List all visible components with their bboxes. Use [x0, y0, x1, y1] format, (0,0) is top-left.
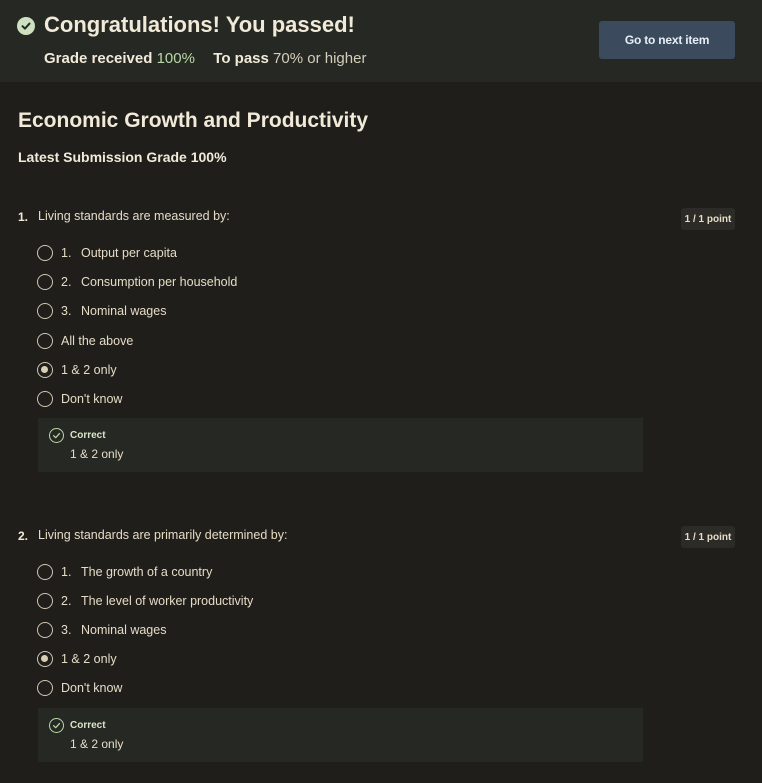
quiz-title: Economic Growth and Productivity [18, 109, 369, 132]
option-number: 1. [61, 565, 72, 579]
radio-button[interactable] [37, 303, 53, 319]
result-banner: Congratulations! You passed! Grade recei… [0, 0, 762, 82]
answer-option[interactable]: 2. Consumption per household [37, 273, 237, 291]
radio-button[interactable] [37, 274, 53, 290]
feedback-answer: 1 & 2 only [70, 737, 124, 751]
grade-received-value: 100% [156, 50, 195, 67]
answer-option[interactable]: 1 & 2 only [37, 650, 117, 668]
answer-option[interactable]: 3. Nominal wages [37, 621, 166, 639]
option-number: 2. [61, 275, 72, 289]
radio-button-selected[interactable] [37, 651, 53, 667]
to-pass-value: 70% or higher [273, 50, 367, 67]
option-number: 3. [61, 623, 72, 637]
option-label: Output per capita [81, 246, 177, 260]
grade-summary: Grade received 100% To pass 70% or highe… [44, 50, 366, 67]
radio-button[interactable] [37, 680, 53, 696]
radio-button-selected[interactable] [37, 362, 53, 378]
points-badge: 1 / 1 point [681, 208, 735, 230]
feedback-panel: Correct 1 & 2 only [38, 708, 643, 762]
go-to-next-item-button[interactable]: Go to next item [599, 21, 735, 59]
feedback-answer: 1 & 2 only [70, 447, 124, 461]
pass-message: Congratulations! You passed! [44, 12, 355, 37]
answer-option[interactable]: 2. The level of worker productivity [37, 592, 253, 610]
answer-option[interactable]: 1. Output per capita [37, 244, 177, 262]
to-pass-label: To pass [213, 50, 269, 67]
feedback-status: Correct [70, 430, 106, 441]
question-text: Living standards are measured by: [38, 209, 230, 223]
radio-button[interactable] [37, 622, 53, 638]
answer-option[interactable]: 1. The growth of a country [37, 563, 212, 581]
option-label: All the above [61, 334, 134, 348]
option-label: Don't know [61, 681, 123, 695]
points-badge: 1 / 1 point [681, 526, 735, 548]
option-label: 1 & 2 only [61, 652, 117, 666]
option-label: The growth of a country [81, 565, 213, 579]
answer-option[interactable]: Don't know [37, 390, 122, 408]
option-label: Nominal wages [81, 623, 167, 637]
option-label: Nominal wages [81, 304, 167, 318]
radio-button[interactable] [37, 391, 53, 407]
radio-button[interactable] [37, 245, 53, 261]
check-circle-icon [17, 17, 35, 35]
radio-button[interactable] [37, 564, 53, 580]
option-label: Consumption per household [81, 275, 238, 289]
answer-option[interactable]: All the above [37, 332, 133, 350]
grade-received-label: Grade received [44, 50, 153, 67]
feedback-status: Correct [70, 720, 106, 731]
option-label: Don't know [61, 392, 123, 406]
radio-button[interactable] [37, 333, 53, 349]
option-number: 3. [61, 304, 72, 318]
question-number: 2. [18, 529, 29, 543]
answer-option[interactable]: 3. Nominal wages [37, 302, 166, 320]
latest-submission-grade: Latest Submission Grade 100% [18, 149, 227, 165]
answer-option[interactable]: Don't know [37, 679, 122, 697]
option-number: 1. [61, 246, 72, 260]
question-text: Living standards are primarily determine… [38, 528, 288, 542]
answer-option[interactable]: 1 & 2 only [37, 361, 117, 379]
check-circle-outline-icon [49, 718, 64, 733]
feedback-panel: Correct 1 & 2 only [38, 418, 643, 472]
question-number: 1. [18, 210, 29, 224]
check-circle-outline-icon [49, 428, 64, 443]
radio-button[interactable] [37, 593, 53, 609]
option-label: 1 & 2 only [61, 363, 117, 377]
option-number: 2. [61, 594, 72, 608]
option-label: The level of worker productivity [81, 594, 254, 608]
